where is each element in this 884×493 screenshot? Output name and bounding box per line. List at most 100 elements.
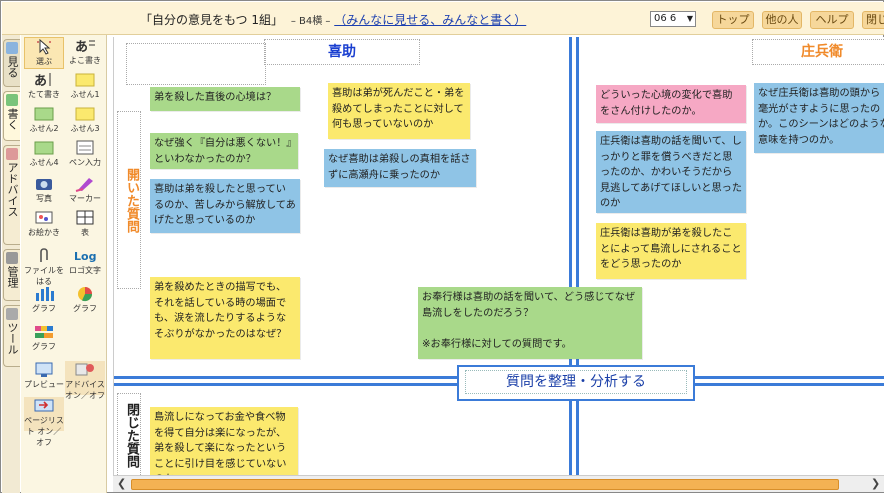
tool-sticky-3[interactable]: ふせん3 <box>65 105 105 137</box>
tool-sticky-2-label: ふせん2 <box>29 124 59 133</box>
tool-table-label: 表 <box>81 228 89 237</box>
sticky-note[interactable]: 庄兵衛は喜助が弟を殺したことによって島流しにされることをどう思ったのか <box>596 223 746 279</box>
tab-view[interactable]: 見る <box>3 39 20 87</box>
tool-page-list-toggle[interactable]: ページリスト オン／オフ <box>24 397 64 447</box>
center-title-box[interactable]: 質問を整理・分析する <box>457 365 695 401</box>
pen-input-icon <box>76 140 94 155</box>
share-link[interactable]: （みんなに見せる、みんなと書く） <box>334 13 526 27</box>
marker-icon <box>75 178 93 192</box>
sticky-note[interactable]: 弟を殺した直後の心境は？ <box>150 87 300 111</box>
pie-chart-icon <box>78 287 93 302</box>
close-button[interactable]: 閉じ <box>862 11 884 29</box>
tool-bar-graph-label: グラフ <box>32 304 56 313</box>
tool-photo[interactable]: 写真 <box>24 175 64 207</box>
sticky-note-icon <box>34 141 54 155</box>
tool-marker[interactable]: マーカー <box>65 175 105 207</box>
sticky-note-icon <box>75 73 95 87</box>
sticky-note[interactable]: お奉行様は喜助の話を聞いて、どう感じてなぜ島流しをしたのだろう？ ※お奉行様に対… <box>418 287 642 359</box>
band-chart-icon <box>35 326 53 338</box>
tool-attach-file-label: ファイルをはる <box>24 266 64 286</box>
svg-text:あ: あ <box>34 74 47 88</box>
top-bar: 「自分の意見をもつ 1組」 – B4横 – （みんなに見せる、みんなと書く） 0… <box>2 2 884 35</box>
attach-icon <box>40 248 48 262</box>
column-header-kisuke[interactable]: 喜助 <box>264 39 420 65</box>
row-label-open-question[interactable]: 開いた質問 <box>117 111 141 289</box>
sticky-note-icon <box>75 107 95 121</box>
tool-sticky-4[interactable]: ふせん4 <box>24 139 64 171</box>
manage-icon <box>6 252 18 264</box>
tab-advice[interactable]: アドバイス <box>3 145 20 245</box>
tab-write-label: 書く <box>6 108 19 130</box>
sticky-note[interactable]: 喜助は弟を殺したと思っているのか、苦しみから解放してあげたと思っているのか <box>150 179 300 233</box>
svg-text:あ: あ <box>75 40 88 54</box>
preview-icon <box>35 362 53 377</box>
tab-manage-label: 管理 <box>6 266 19 288</box>
tool-band-graph[interactable]: グラフ <box>24 323 64 355</box>
logo-text-icon: Logo <box>74 250 96 263</box>
sticky-note[interactable]: 島流しになってお金や食べ物を得て自分は楽になったが、弟を殺して楽になったというこ… <box>150 407 298 475</box>
pencil-icon <box>6 94 18 106</box>
tool-sticky-1-label: ふせん1 <box>70 90 100 99</box>
tab-write[interactable]: 書く <box>3 91 20 141</box>
divider-vertical-2 <box>576 37 579 475</box>
tool-pie-graph[interactable]: グラフ <box>65 285 105 317</box>
tool-advice-toggle-label: アドバイス オン／オフ <box>65 380 105 400</box>
advice-toggle-icon <box>75 363 94 376</box>
canvas[interactable]: 喜助 庄兵衛 開いた質問 閉じた質問 弟を殺した直後の心境は？ 喜助は弟が死んだ… <box>113 37 884 475</box>
horizontal-scrollbar[interactable]: ❮ ❯ <box>113 475 884 492</box>
scroll-left-icon[interactable]: ❮ <box>117 477 126 490</box>
sticky-note[interactable]: どういった心境の変化で喜助をさん付けしたのか。 <box>596 85 746 123</box>
sticky-note[interactable]: なぜ強く『自分は悪くない！』といわなかったのか？ <box>150 133 298 169</box>
tool-bar-graph[interactable]: グラフ <box>24 285 64 317</box>
svg-text:Logo: Logo <box>74 250 96 263</box>
tool-sticky-2[interactable]: ふせん2 <box>24 105 64 137</box>
sticky-note[interactable]: 喜助は弟が死んだこと・弟を殺めてしまったことに対して何も思っていないのか <box>328 83 470 139</box>
tool-pen-input-label: ペン入力 <box>69 158 101 167</box>
bar-chart-icon <box>36 287 54 301</box>
divider-vertical-1 <box>569 37 572 475</box>
sticky-note[interactable]: 庄兵衛は喜助の話を聞いて、しっかりと罪を償うべきだと思ったのか、かわいそうだから… <box>596 131 746 213</box>
page-title: 「自分の意見をもつ 1組」 – B4横 – （みんなに見せる、みんなと書く） <box>140 11 526 28</box>
tool-palette: 選ぶ あ よこ書き あ たて書き ふせん1 ふせん2 ふせん3 ふせん4 ペン入… <box>21 35 107 493</box>
title-paper-size: – B4横 – <box>290 16 331 27</box>
tool-pen-input[interactable]: ペン入力 <box>65 139 105 171</box>
sticky-note-icon <box>34 107 54 121</box>
tab-tools[interactable]: ツール <box>3 305 20 367</box>
tool-paint[interactable]: お絵かき <box>24 209 64 241</box>
tool-band-graph-label: グラフ <box>32 342 56 351</box>
chevron-down-icon: ▼ <box>686 14 693 23</box>
tool-sticky-1[interactable]: ふせん1 <box>65 71 105 103</box>
scroll-right-icon[interactable]: ❯ <box>871 477 880 490</box>
column-header-shobee[interactable]: 庄兵衛 <box>752 39 884 65</box>
page-select-value: 06 6 <box>654 13 677 24</box>
tool-select[interactable]: 選ぶ <box>24 37 64 69</box>
help-button[interactable]: ヘルプ <box>810 11 854 29</box>
tool-preview[interactable]: プレビュー <box>24 361 64 395</box>
tab-manage[interactable]: 管理 <box>3 249 20 301</box>
tool-advice-toggle[interactable]: アドバイス オン／オフ <box>65 361 105 400</box>
select-icon <box>37 38 51 55</box>
tool-attach-file[interactable]: ファイルをはる <box>24 247 64 286</box>
tool-photo-label: 写真 <box>36 194 52 203</box>
tool-horizontal-text-label: よこ書き <box>69 56 101 65</box>
tool-sticky-3-label: ふせん3 <box>70 124 100 133</box>
tool-table[interactable]: 表 <box>65 209 105 241</box>
sticky-note[interactable]: 弟を殺めたときの描写でも、それを話している時の場面でも、涙を流したりするようなそ… <box>150 277 300 359</box>
table-icon <box>76 210 94 225</box>
advice-icon <box>6 148 18 160</box>
top-button[interactable]: トップ <box>712 11 754 29</box>
tool-horizontal-text[interactable]: あ よこ書き <box>65 37 105 69</box>
tool-pie-graph-label: グラフ <box>73 304 97 313</box>
sticky-note[interactable]: なぜ喜助は弟殺しの真相を話さずに高瀬舟に乗ったのか <box>324 149 476 187</box>
tool-preview-label: プレビュー <box>24 380 64 389</box>
tool-vertical-text-label: たて書き <box>28 90 60 99</box>
row-label-closed-question[interactable]: 閉じた質問 <box>117 393 141 475</box>
page-select[interactable]: 06 6 ▼ <box>650 11 696 27</box>
scroll-thumb[interactable] <box>131 479 839 490</box>
sticky-note[interactable]: なぜ庄兵衛は喜助の頭から毫光がさすように思ったのか。このシーンはどのような意味を… <box>754 83 884 153</box>
tool-logo-text[interactable]: Logo ロゴ文字 <box>65 247 105 279</box>
others-button[interactable]: 他の人 <box>762 11 802 29</box>
tool-vertical-text[interactable]: あ たて書き <box>24 71 64 103</box>
center-title-text: 質問を整理・分析する <box>465 370 687 394</box>
wrench-icon <box>6 308 18 320</box>
